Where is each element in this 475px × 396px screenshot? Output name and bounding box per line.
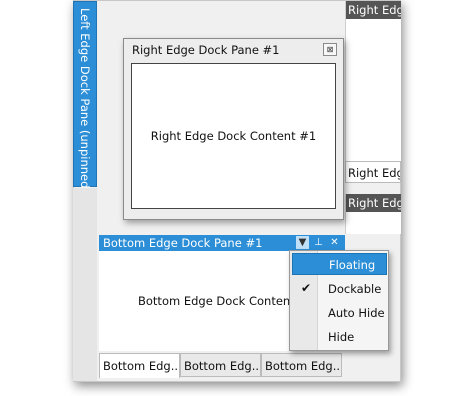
right-dock-pane-top: Right Edge (345, 1, 401, 161)
menu-item-label: Dockable (328, 282, 382, 296)
menu-item-dockable[interactable]: ✔ Dockable (292, 278, 387, 300)
close-icon[interactable]: ✕ (328, 236, 341, 249)
menu-item-hide[interactable]: Hide (292, 326, 387, 348)
left-dock-tab-label: Left Edge Dock Pane (unpinned) (78, 8, 92, 193)
bottom-tab-strip: Bottom Edg... Bottom Edg... Bottom Edg..… (99, 353, 342, 378)
floating-window: Right Edge Dock Pane #1 ⊠ Right Edge Doc… (123, 38, 344, 220)
floating-content-text: Right Edge Dock Content #1 (150, 129, 317, 143)
right-dock-pane-lower: Right Edge (345, 194, 401, 234)
floating-window-title[interactable]: Right Edge Dock Pane #1 (132, 43, 280, 57)
menu-item-floating[interactable]: Floating (292, 253, 387, 275)
checkmark-icon: ✔ (301, 281, 312, 295)
menu-item-label: Floating (329, 258, 376, 272)
tab-bottom-3[interactable]: Bottom Edg... (261, 353, 342, 377)
dock-state-menu: Floating ✔ Dockable Auto Hide Hide (289, 250, 389, 351)
left-dock-strip (73, 188, 97, 381)
bottom-pane-buttons: ▼ ⊥ ✕ (296, 236, 341, 249)
menu-item-label: Auto Hide (328, 306, 385, 320)
right-dock-tab[interactable]: Right Edge (345, 161, 401, 183)
chevron-down-icon[interactable]: ▼ (296, 236, 309, 249)
left-dock-tab[interactable]: Left Edge Dock Pane (unpinned) (73, 1, 97, 193)
close-icon[interactable]: ⊠ (323, 43, 337, 56)
menu-item-label: Hide (328, 330, 355, 344)
tab-bottom-1[interactable]: Bottom Edg... (99, 353, 180, 378)
tab-bottom-2[interactable]: Bottom Edg... (180, 353, 261, 377)
menu-item-auto-hide[interactable]: Auto Hide (292, 302, 387, 324)
floating-window-content: Right Edge Dock Content #1 (131, 63, 336, 209)
bottom-content-text: Bottom Edge Dock Content # (138, 294, 308, 308)
pin-icon[interactable]: ⊥ (312, 236, 325, 249)
right-dock-pane-top-title[interactable]: Right Edge (346, 1, 401, 19)
right-dock-pane-lower-title[interactable]: Right Edge (346, 194, 401, 212)
bottom-dock-pane-title-text: Bottom Edge Dock Pane #1 (103, 236, 263, 250)
